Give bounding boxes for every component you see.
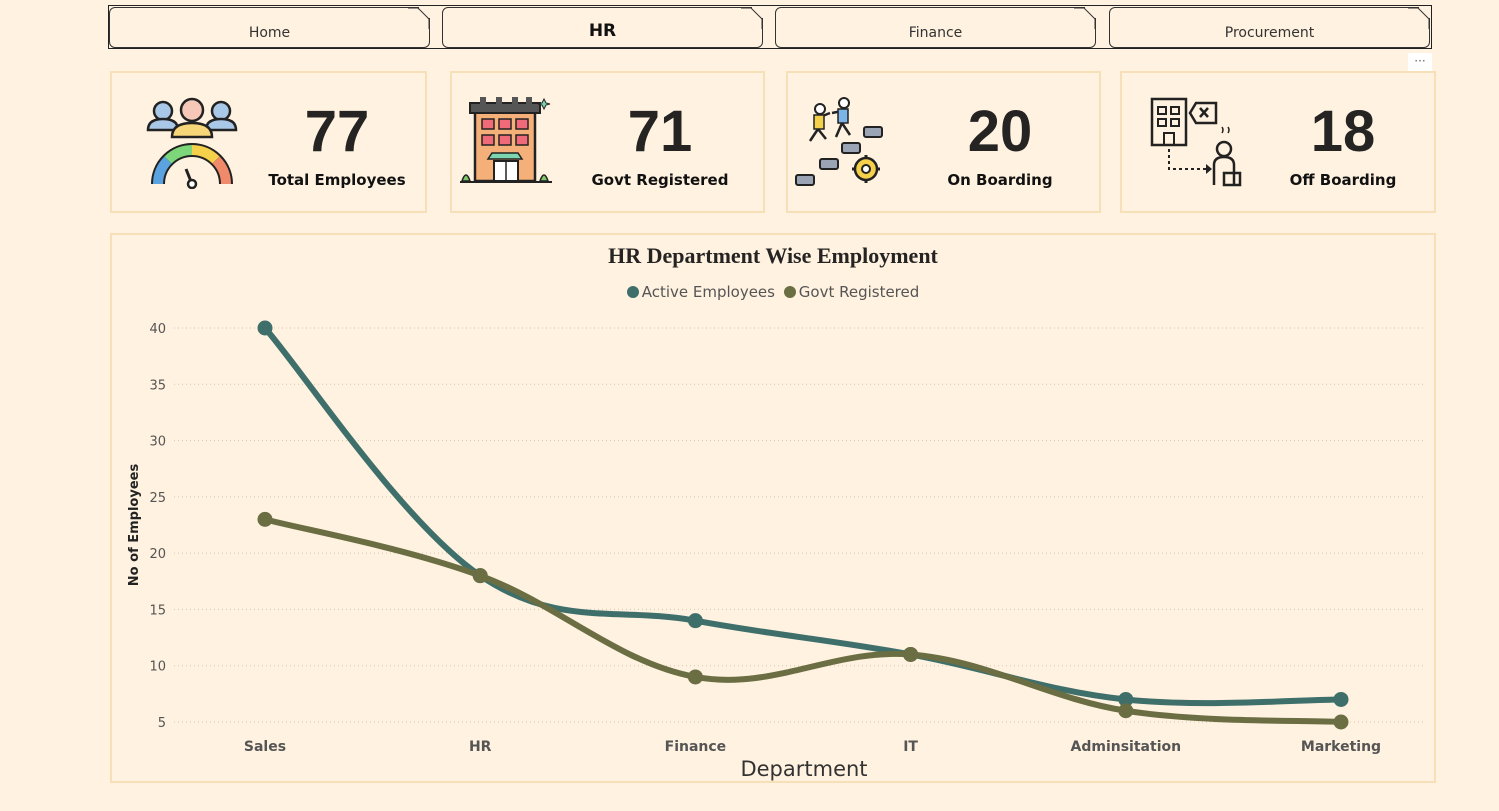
data-point-govt[interactable]: [1118, 703, 1134, 719]
x-tick-label: Sales: [244, 739, 286, 755]
tab-finance[interactable]: Finance: [775, 7, 1096, 48]
onboarding-steps-icon: [795, 97, 883, 186]
building-icon: [460, 97, 552, 183]
data-point-active[interactable]: [687, 613, 703, 629]
tab-corner-icon: [1074, 7, 1096, 29]
data-point-govt[interactable]: [257, 511, 273, 527]
y-axis-title: No of Employees: [127, 464, 142, 587]
y-tick-label: 30: [149, 435, 166, 450]
y-tick-label: 35: [149, 378, 166, 393]
kpi-value-total-employees: 77: [304, 99, 370, 164]
kpi-label-off-boarding: Off Boarding: [1289, 171, 1397, 189]
x-tick-label: IT: [903, 739, 918, 755]
kpi-value-off-boarding: 18: [1310, 99, 1376, 164]
tab-hr[interactable]: HR: [442, 7, 763, 48]
offboarding-icon: [1150, 97, 1242, 187]
kpi-value-govt-registered: 71: [627, 99, 693, 164]
y-tick-label: 40: [149, 322, 166, 337]
kpi-card-off-boarding: 18 Off Boarding: [1120, 71, 1436, 213]
tab-procurement[interactable]: Procurement: [1109, 7, 1430, 48]
kpi-value-on-boarding: 20: [967, 99, 1033, 164]
chart-panel: HR Department Wise Employment Active Emp…: [110, 233, 1436, 783]
x-tick-label: Marketing: [1301, 739, 1381, 755]
series-line-govt: [264, 516, 1342, 725]
line-chart: 5 10 15 20 25 30 35 40 Sales HR Finance IT Adminsita…: [127, 320, 1424, 781]
tab-procurement-label: Procurement: [1224, 25, 1315, 41]
page-navigation: Home HR Finance Procurement: [108, 5, 1432, 49]
more-options-button[interactable]: ···: [1408, 53, 1432, 73]
kpi-label-total-employees: Total Employees: [268, 171, 406, 189]
y-tick-label: 10: [149, 660, 166, 675]
kpi-card-govt-registered: 71 Govt Registered: [450, 71, 765, 213]
y-tick-label: 20: [149, 547, 166, 562]
employees-gauge-icon: [146, 97, 238, 189]
tab-corner-icon: [741, 7, 763, 29]
y-tick-label: 25: [149, 491, 166, 506]
data-point-active[interactable]: [257, 320, 273, 336]
x-tick-label: HR: [469, 739, 492, 755]
data-point-govt[interactable]: [472, 568, 488, 584]
kpi-card-total-employees: 77 Total Employees: [110, 71, 427, 213]
tab-home[interactable]: Home: [109, 7, 430, 48]
tab-corner-icon: [408, 7, 430, 29]
tab-finance-label: Finance: [908, 25, 963, 41]
x-tick-label: Adminsitation: [1071, 739, 1182, 755]
y-tick-label: 5: [158, 716, 166, 731]
kpi-card-on-boarding: 20 On Boarding: [786, 71, 1101, 213]
data-point-govt[interactable]: [903, 646, 919, 662]
kpi-label-govt-registered: Govt Registered: [591, 171, 729, 189]
x-axis-title: Department: [740, 757, 867, 781]
x-tick-label: Finance: [665, 739, 727, 755]
data-point-govt[interactable]: [687, 669, 703, 685]
tab-corner-icon: [1408, 7, 1430, 29]
kpi-label-on-boarding: On Boarding: [947, 171, 1053, 189]
tab-hr-label: HR: [588, 21, 617, 41]
data-point-govt[interactable]: [1333, 714, 1349, 730]
y-tick-label: 15: [149, 603, 166, 618]
tab-home-label: Home: [248, 25, 291, 41]
data-point-active[interactable]: [1333, 691, 1349, 707]
